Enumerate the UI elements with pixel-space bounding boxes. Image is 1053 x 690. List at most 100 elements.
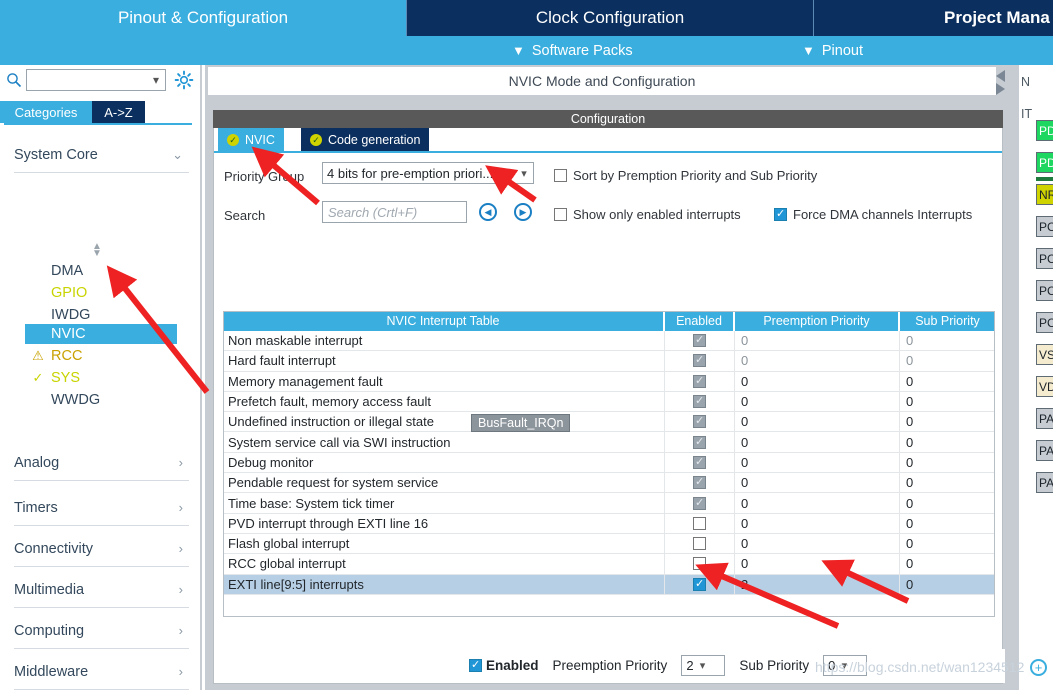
- pin-label[interactable]: PA: [1036, 440, 1053, 461]
- sub-priority-cell[interactable]: 0: [900, 473, 995, 492]
- sidebar-group-system-core[interactable]: System Core ⌄: [14, 137, 189, 173]
- preemption-priority-cell[interactable]: 0: [735, 432, 900, 451]
- preemption-priority-cell[interactable]: 0: [735, 534, 900, 553]
- sidebar-item-wwdg[interactable]: WWDG: [25, 390, 177, 410]
- table-row[interactable]: Flash global interrupt00: [223, 534, 995, 554]
- pin-label[interactable]: VD: [1036, 376, 1053, 397]
- gear-icon[interactable]: [174, 70, 194, 90]
- enabled-cell[interactable]: [665, 534, 735, 553]
- nvic-search-input[interactable]: Search (Crtl+F): [322, 201, 467, 223]
- table-row[interactable]: Undefined instruction or illegal stateBu…: [223, 412, 995, 432]
- scroll-left-icon[interactable]: [996, 70, 1005, 82]
- enabled-cell[interactable]: [665, 453, 735, 472]
- sidebar-group-analog[interactable]: Analog ›: [14, 445, 189, 481]
- sidebar-group-multimedia[interactable]: Multimedia ›: [14, 572, 189, 608]
- table-row[interactable]: System service call via SWI instruction0…: [223, 432, 995, 452]
- table-row[interactable]: Pendable request for system service00: [223, 473, 995, 493]
- table-row[interactable]: Prefetch fault, memory access fault00: [223, 392, 995, 412]
- pin-label[interactable]: PD: [1036, 152, 1053, 173]
- table-row[interactable]: RCC global interrupt00: [223, 554, 995, 574]
- sidebar-item-gpio[interactable]: GPIO: [25, 283, 177, 303]
- sidebar-group-middleware[interactable]: Middleware ›: [14, 654, 189, 690]
- preemption-priority-cell[interactable]: 0: [735, 453, 900, 472]
- table-row[interactable]: Hard fault interrupt00: [223, 351, 995, 371]
- sort-by-priority-checkbox[interactable]: [554, 169, 567, 182]
- table-row[interactable]: Debug monitor00: [223, 453, 995, 473]
- sub-priority-cell[interactable]: 0: [900, 331, 995, 350]
- column-header-name[interactable]: NVIC Interrupt Table: [223, 311, 665, 331]
- sidebar-item-dma[interactable]: DMA: [25, 261, 177, 281]
- sidebar-search-input[interactable]: ▾: [26, 69, 166, 91]
- preemption-priority-cell[interactable]: 0: [735, 412, 900, 431]
- tab-nvic[interactable]: ✓ NVIC: [218, 128, 284, 151]
- enabled-cell[interactable]: [665, 473, 735, 492]
- table-row[interactable]: Time base: System tick timer00: [223, 493, 995, 513]
- sub-priority-cell[interactable]: 0: [900, 453, 995, 472]
- pin-label[interactable]: PC: [1036, 248, 1053, 269]
- show-only-enabled-option[interactable]: Show only enabled interrupts: [554, 207, 741, 222]
- force-dma-option[interactable]: Force DMA channels Interrupts: [774, 207, 972, 222]
- sidebar-item-iwdg[interactable]: IWDG: [25, 305, 177, 325]
- table-row[interactable]: Memory management fault00: [223, 372, 995, 392]
- pin-label[interactable]: PA: [1036, 472, 1053, 493]
- preemption-priority-cell[interactable]: 0: [735, 351, 900, 370]
- enabled-cell[interactable]: [665, 514, 735, 533]
- enabled-cell[interactable]: [665, 372, 735, 391]
- sidebar-item-rcc[interactable]: ⚠ RCC: [25, 346, 177, 366]
- sidebar-group-connectivity[interactable]: Connectivity ›: [14, 531, 189, 567]
- preemption-priority-cell[interactable]: 0: [735, 514, 900, 533]
- show-only-enabled-checkbox[interactable]: [554, 208, 567, 221]
- enabled-cell[interactable]: [665, 331, 735, 350]
- pin-label[interactable]: PC: [1036, 216, 1053, 237]
- prev-arrow-icon[interactable]: ◀: [479, 203, 497, 221]
- enabled-cell[interactable]: [665, 392, 735, 411]
- next-arrow-icon[interactable]: ▶: [514, 203, 532, 221]
- priority-group-select[interactable]: 4 bits for pre-emption priori... ▾: [322, 162, 534, 184]
- scroll-right-icon[interactable]: [996, 83, 1005, 95]
- table-row[interactable]: EXTI line[9:5] interrupts20: [223, 575, 995, 595]
- menu-pinout[interactable]: ▼ Pinout: [802, 36, 863, 65]
- sidebar-item-nvic[interactable]: NVIC: [25, 324, 177, 344]
- sub-priority-cell[interactable]: 0: [900, 575, 995, 594]
- tab-pinout-configuration[interactable]: Pinout & Configuration: [0, 0, 407, 36]
- sub-priority-cell[interactable]: 0: [900, 534, 995, 553]
- force-dma-checkbox[interactable]: [774, 208, 787, 221]
- tab-clock-configuration[interactable]: Clock Configuration: [407, 0, 814, 36]
- enabled-checkbox[interactable]: [693, 517, 706, 530]
- footer-enabled-checkbox[interactable]: [469, 659, 482, 672]
- enabled-checkbox[interactable]: [693, 578, 706, 591]
- pin-label[interactable]: PC: [1036, 280, 1053, 301]
- sub-priority-cell[interactable]: 0: [900, 372, 995, 391]
- table-row[interactable]: PVD interrupt through EXTI line 1600: [223, 514, 995, 534]
- pin-label[interactable]: PA: [1036, 408, 1053, 429]
- enabled-cell[interactable]: [665, 351, 735, 370]
- sidebar-group-timers[interactable]: Timers ›: [14, 490, 189, 526]
- pin-label[interactable]: NR: [1036, 184, 1053, 205]
- preemption-priority-cell[interactable]: 0: [735, 493, 900, 512]
- enabled-checkbox[interactable]: [693, 537, 706, 550]
- preemption-priority-cell[interactable]: 0: [735, 473, 900, 492]
- sidebar-group-computing[interactable]: Computing ›: [14, 613, 189, 649]
- scroll-spinner-icon[interactable]: ▲▼: [90, 243, 104, 257]
- tab-project-manager[interactable]: Project Mana: [814, 0, 1053, 36]
- enabled-cell[interactable]: [665, 554, 735, 573]
- enabled-cell[interactable]: [665, 432, 735, 451]
- tab-code-generation[interactable]: ✓ Code generation: [301, 128, 429, 151]
- column-header-preemption[interactable]: Preemption Priority: [735, 311, 900, 331]
- preemption-priority-cell[interactable]: 2: [735, 575, 900, 594]
- sub-priority-cell[interactable]: 0: [900, 351, 995, 370]
- table-row[interactable]: Non maskable interrupt00: [223, 331, 995, 351]
- sidebar-item-sys[interactable]: ✓ SYS: [25, 368, 177, 388]
- sub-priority-cell[interactable]: 0: [900, 514, 995, 533]
- column-header-enabled[interactable]: Enabled: [665, 311, 735, 331]
- pin-label[interactable]: PC: [1036, 312, 1053, 333]
- footer-preemption-select[interactable]: 2 ▾: [681, 655, 725, 676]
- sub-priority-cell[interactable]: 0: [900, 412, 995, 431]
- enabled-cell[interactable]: [665, 412, 735, 431]
- tab-a-to-z[interactable]: A->Z: [92, 101, 145, 123]
- plus-circle-icon[interactable]: +: [1030, 659, 1047, 676]
- sub-priority-cell[interactable]: 0: [900, 432, 995, 451]
- enabled-checkbox[interactable]: [693, 557, 706, 570]
- pin-label[interactable]: PD: [1036, 120, 1053, 141]
- enabled-cell[interactable]: [665, 575, 735, 594]
